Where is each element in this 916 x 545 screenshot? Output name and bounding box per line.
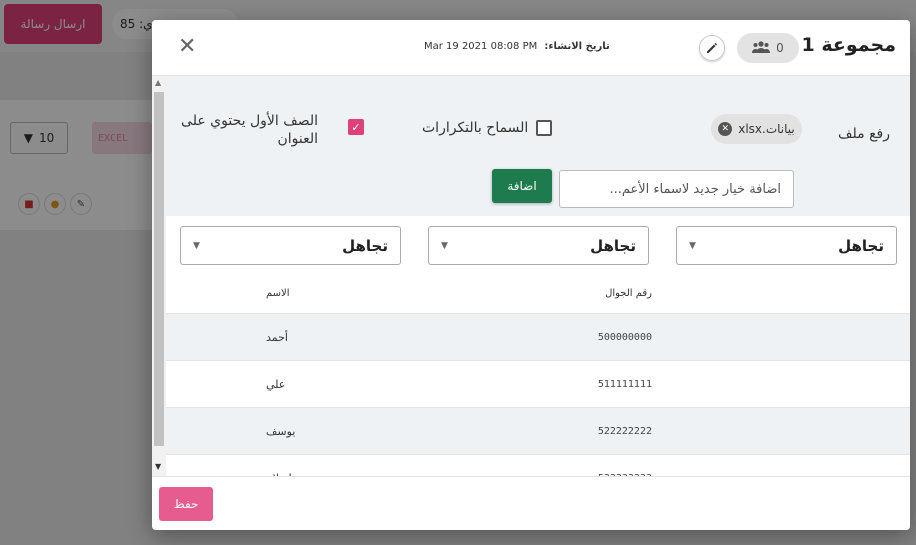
upload-file-label: رفع ملف — [838, 126, 890, 142]
users-icon — [752, 40, 771, 56]
group-title: مجموعة 1 — [801, 34, 896, 56]
table-row: علي 511111111 — [166, 361, 910, 408]
name-column-header: الاسم — [266, 288, 290, 299]
phone-cell: 522222222 — [597, 425, 652, 437]
first-row-header-label: الصف الأول يحتوي على العنوان — [181, 113, 318, 147]
pencil-icon — [707, 43, 717, 53]
name-cell: يوسف — [266, 424, 296, 438]
column-mapping: تجاهل ▼ تجاهل ▼ تجاهل ▼ — [166, 216, 910, 276]
edit-title-button[interactable] — [699, 35, 725, 61]
phone-cell: 500000000 — [597, 331, 652, 343]
column-select-value: تجاهل — [342, 236, 388, 255]
column-select-1[interactable]: تجاهل ▼ — [676, 226, 897, 265]
phone-cell: 533333333 — [496, 455, 652, 477]
column-select-value: تجاهل — [838, 236, 884, 255]
scroll-up-arrow-icon[interactable]: ▲ — [155, 78, 161, 87]
name-cell: علي — [266, 377, 286, 391]
phone-column-header: رقم الجوال — [605, 288, 652, 299]
scroll-thumb[interactable] — [154, 92, 164, 446]
import-settings: رفع ملف بيانات.xlsx ✕ السماح بالتكرارات … — [166, 76, 910, 216]
phone-cell: 511111111 — [597, 378, 652, 390]
allow-duplicates-checkbox[interactable] — [536, 120, 553, 136]
uploaded-file-chip: بيانات.xlsx ✕ — [711, 114, 802, 144]
created-value: Mar 19 2021 08:08 PM — [424, 41, 538, 52]
file-name: بيانات.xlsx — [738, 122, 795, 136]
scroll-down-arrow-icon[interactable]: ▼ — [155, 462, 161, 471]
remove-file-icon[interactable]: ✕ — [718, 122, 733, 136]
add-option-input[interactable]: اضافة خيار جديد لاسماء الأعم... — [559, 170, 794, 208]
first-row-header-checkbox[interactable]: ✓ — [348, 119, 364, 135]
name-cell: إسلام — [266, 455, 402, 477]
modal-header: مجموعة 1 0 تاريخ الانشاء: Mar 19 2021 08… — [152, 20, 910, 76]
modal-footer: حفظ — [152, 476, 910, 530]
table-row: إسلام 533333333 — [166, 455, 910, 477]
column-select-value: تجاهل — [590, 236, 636, 255]
allow-duplicates-label: السماح بالتكرارات — [422, 120, 529, 136]
modal-body: ▲ ▼ رفع ملف بيانات.xlsx ✕ السماح بالتكرا… — [152, 76, 910, 476]
save-button[interactable]: حفظ — [159, 487, 213, 521]
table-header-row: الاسم رقم الجوال — [166, 274, 910, 314]
preview-table: الاسم رقم الجوال أحمد 500000000 علي 5111… — [166, 274, 910, 476]
members-count-badge: 0 — [737, 33, 799, 63]
created-date: تاريخ الانشاء: Mar 19 2021 08:08 PM — [424, 41, 610, 52]
column-select-2[interactable]: تجاهل ▼ — [428, 226, 649, 265]
chevron-down-icon: ▼ — [689, 240, 696, 251]
add-option-button[interactable]: اضافة — [492, 169, 552, 203]
vertical-scrollbar[interactable]: ▲ ▼ — [152, 76, 166, 476]
close-icon[interactable]: ✕ — [178, 34, 196, 60]
chevron-down-icon: ▼ — [193, 240, 200, 251]
allow-duplicates-option[interactable]: السماح بالتكرارات — [422, 120, 553, 136]
table-row: أحمد 500000000 — [166, 314, 910, 361]
column-select-3[interactable]: تجاهل ▼ — [180, 226, 401, 265]
members-count: 0 — [776, 41, 784, 55]
group-modal: مجموعة 1 0 تاريخ الانشاء: Mar 19 2021 08… — [152, 20, 910, 530]
table-row: يوسف 522222222 — [166, 408, 910, 455]
created-label: تاريخ الانشاء: — [544, 41, 610, 52]
chevron-down-icon: ▼ — [441, 240, 448, 251]
name-cell: أحمد — [266, 330, 288, 344]
